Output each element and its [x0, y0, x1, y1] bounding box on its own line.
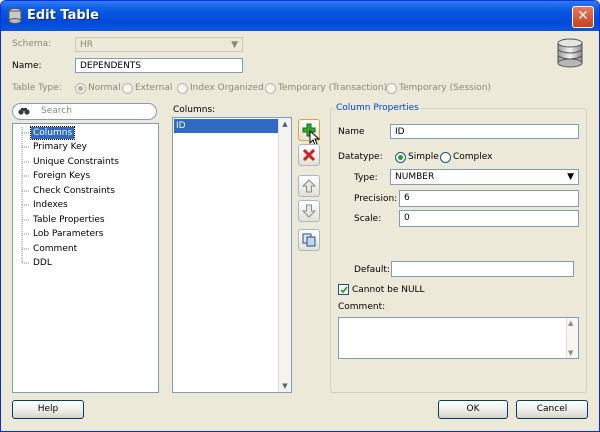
arrow-down-icon — [302, 204, 316, 218]
copy-icon — [302, 233, 316, 247]
table-type-external-label: External — [135, 83, 173, 93]
precision-input[interactable]: 6 — [399, 190, 579, 207]
default-label: Default: — [354, 265, 390, 275]
tree-item-unique-constraints[interactable]: Unique Constraints — [33, 157, 119, 167]
type-label: Type: — [354, 173, 378, 183]
tree-item-check-constraints[interactable]: Check Constraints — [33, 186, 115, 196]
search-input[interactable]: Search — [12, 103, 157, 120]
column-row-id[interactable]: ID — [174, 119, 279, 133]
scale-label: Scale: — [354, 214, 382, 224]
table-type-temp-transaction-radio[interactable] — [265, 83, 276, 94]
cannot-be-null-label: Cannot be NULL — [352, 285, 425, 295]
navigation-tree: Columns Primary Key Unique Constraints F… — [12, 123, 159, 393]
scroll-up-icon[interactable]: ▲ — [280, 119, 290, 129]
datatype-simple-radio[interactable] — [395, 152, 406, 163]
move-down-button[interactable] — [298, 200, 320, 222]
type-value: NUMBER — [395, 172, 435, 182]
tree-item-columns[interactable]: Columns — [29, 126, 76, 140]
scroll-up-icon[interactable]: ▲ — [568, 319, 573, 327]
cancel-button[interactable]: Cancel — [516, 400, 588, 419]
columns-label: Columns: — [173, 105, 216, 115]
tree-item-lob-parameters[interactable]: Lob Parameters — [33, 229, 103, 239]
comment-label: Comment: — [338, 302, 386, 312]
column-name-label: Name — [338, 127, 365, 137]
column-properties-title: Column Properties — [334, 103, 421, 113]
ok-button-label: OK — [466, 404, 480, 414]
chevron-down-icon: ▼ — [567, 172, 574, 182]
tree-item-primary-key[interactable]: Primary Key — [33, 142, 87, 152]
app-icon — [8, 8, 22, 24]
tree-item-table-properties[interactable]: Table Properties — [33, 215, 105, 225]
delete-icon — [302, 148, 316, 162]
schema-select: HR ▼ — [75, 37, 243, 52]
remove-column-button[interactable] — [298, 144, 320, 166]
scale-value: 0 — [404, 213, 410, 223]
close-button[interactable]: ✕ — [572, 6, 594, 28]
help-button[interactable]: Help — [12, 400, 84, 419]
table-type-normal-radio[interactable] — [75, 83, 86, 94]
tree-item-indexes[interactable]: Indexes — [33, 200, 68, 210]
comment-scrollbar[interactable]: ▲ ▼ — [566, 318, 578, 358]
table-type-normal-label: Normal — [88, 83, 121, 93]
help-button-label: Help — [37, 404, 59, 414]
scroll-down-icon[interactable]: ▼ — [568, 349, 573, 357]
table-type-label: Table Type: — [12, 83, 62, 93]
precision-value: 6 — [404, 193, 410, 203]
edit-table-dialog: Edit Table ✕ Schema: HR ▼ Name: DEPENDEN… — [0, 0, 600, 432]
datatype-complex-label: Complex — [453, 152, 493, 162]
copy-column-button[interactable] — [298, 229, 320, 251]
column-name-value: ID — [395, 127, 405, 137]
tree-item-comment[interactable]: Comment — [33, 244, 77, 254]
columns-scrollbar[interactable]: ▲ ▼ — [278, 118, 291, 392]
table-type-index-organized-label: Index Organized — [190, 83, 264, 93]
schema-label: Schema: — [12, 39, 52, 49]
table-name-value: DEPENDENTS — [80, 61, 142, 71]
cancel-button-label: Cancel — [536, 404, 568, 414]
add-column-button[interactable] — [298, 119, 321, 146]
tree-item-ddl[interactable]: DDL — [33, 258, 52, 268]
checkmark-icon — [340, 286, 348, 294]
datatype-label: Datatype: — [338, 152, 383, 162]
move-up-button[interactable] — [298, 175, 320, 197]
type-select[interactable]: NUMBER ▼ — [390, 169, 579, 185]
name-label: Name: — [12, 61, 42, 71]
table-name-input[interactable]: DEPENDENTS — [75, 58, 243, 73]
column-name-input[interactable]: ID — [390, 124, 579, 139]
table-type-index-organized-radio[interactable] — [177, 83, 188, 94]
database-icon — [557, 38, 583, 68]
precision-label: Precision: — [354, 194, 398, 204]
scroll-down-icon[interactable]: ▼ — [280, 381, 290, 391]
columns-list[interactable]: ID ▲ ▼ — [172, 117, 292, 393]
default-input[interactable] — [391, 261, 574, 277]
tree-lines — [21, 127, 30, 264]
column-row-id-label: ID — [176, 121, 186, 131]
datatype-complex-radio[interactable] — [440, 152, 451, 163]
scale-input[interactable]: 0 — [399, 210, 579, 227]
table-type-external-radio[interactable] — [122, 83, 133, 94]
datatype-simple-label: Simple — [408, 152, 439, 162]
search-icon — [18, 108, 30, 115]
table-type-temp-session-radio[interactable] — [386, 83, 397, 94]
comment-textarea[interactable]: ▲ ▼ — [338, 317, 579, 359]
chevron-down-icon: ▼ — [231, 40, 238, 50]
arrow-up-icon — [302, 179, 316, 193]
table-type-temp-session-label: Temporary (Session) — [399, 83, 491, 93]
close-icon: ✕ — [577, 8, 589, 24]
ok-button[interactable]: OK — [438, 400, 508, 419]
tree-item-foreign-keys[interactable]: Foreign Keys — [33, 171, 90, 181]
schema-value: HR — [80, 40, 94, 50]
table-type-temp-transaction-label: Temporary (Transaction) — [278, 83, 388, 93]
cannot-be-null-checkbox[interactable] — [338, 284, 349, 295]
window-title: Edit Table — [27, 8, 99, 23]
search-placeholder: Search — [41, 106, 72, 116]
title-bar: Edit Table ✕ — [1, 1, 599, 31]
